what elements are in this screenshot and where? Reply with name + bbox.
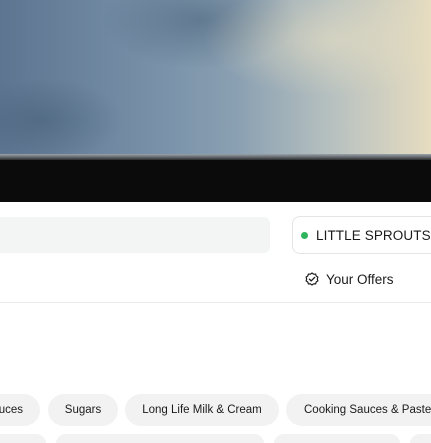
category-chip-row: uces Sugars Long Life Milk & Cream Cooki… [0,394,431,428]
category-chip-label: Cooking Sauces & Pastes [304,404,431,416]
store-selector-button[interactable]: LITTLE SPROUTS S [292,216,431,254]
badge-check-icon [305,272,319,286]
category-chip[interactable] [274,434,400,443]
your-offers-label: Your Offers [326,271,394,287]
category-chip-row-2 [0,434,431,443]
category-chip-label: Long Life Milk & Cream [142,404,262,416]
category-chip[interactable] [0,434,46,443]
store-name: LITTLE SPROUTS S [316,227,431,243]
category-chip-sauces[interactable]: uces [0,394,40,426]
category-chip[interactable] [410,434,431,443]
dark-band [0,160,431,202]
category-chip-label: uces [0,404,23,416]
category-chip-long-life-milk-cream[interactable]: Long Life Milk & Cream [125,394,279,426]
store-status-dot [301,231,308,239]
category-chip[interactable] [56,434,264,443]
your-offers-link[interactable]: Your Offers [304,268,394,290]
category-chip-sugars[interactable]: Sugars [48,394,118,426]
header-divider [0,302,431,303]
category-chip-label: Sugars [64,404,102,416]
store-page: LITTLE SPROUTS S Your Offers uces Sugars… [0,0,431,443]
hero-banner-image [0,0,431,158]
category-chip-cooking-sauces-pastes[interactable]: Cooking Sauces & Pastes [286,394,431,426]
search-input[interactable] [0,217,270,253]
